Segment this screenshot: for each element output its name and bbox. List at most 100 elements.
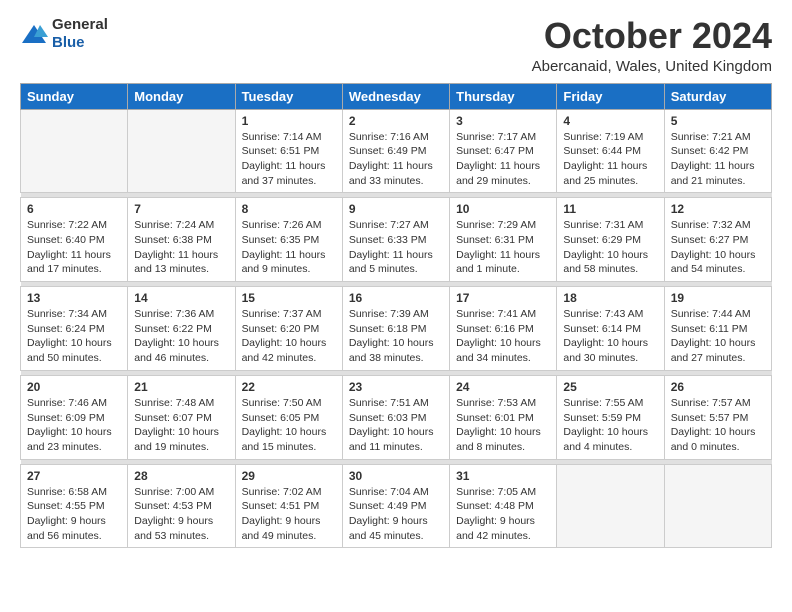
- calendar-cell: 13 Sunrise: 7:34 AM Sunset: 6:24 PM Dayli…: [21, 287, 128, 371]
- calendar-cell: 5 Sunrise: 7:21 AM Sunset: 6:42 PM Daylig…: [664, 109, 771, 193]
- day-number: 9: [349, 202, 443, 216]
- day-info: Sunrise: 7:16 AM Sunset: 6:49 PM Dayligh…: [349, 130, 443, 189]
- logo-general: General: [52, 16, 108, 33]
- calendar-cell: 7Sunrise: 7:24 AM Sunset: 6:38 PM Daylig…: [128, 198, 235, 282]
- day-info: Sunrise: 7:55 AM Sunset: 5:59 PM Dayligh…: [563, 396, 657, 455]
- page: General Blue October 2024 Abercanaid, Wa…: [0, 0, 792, 564]
- calendar-cell: 3 Sunrise: 7:17 AM Sunset: 6:47 PM Daylig…: [450, 109, 557, 193]
- calendar-week-2: 6Sunrise: 7:22 AM Sunset: 6:40 PM Daylig…: [21, 198, 772, 282]
- day-number: 31: [456, 469, 550, 483]
- day-number: 24: [456, 380, 550, 394]
- calendar-cell: 19Sunrise: 7:44 AM Sunset: 6:11 PM Dayli…: [664, 287, 771, 371]
- day-info: Sunrise: 7:05 AM Sunset: 4:48 PM Dayligh…: [456, 485, 550, 544]
- day-number: 2: [349, 114, 443, 128]
- day-info: Sunrise: 7:39 AM Sunset: 6:18 PM Dayligh…: [349, 307, 443, 366]
- day-info: Sunrise: 7:50 AM Sunset: 6:05 PM Dayligh…: [242, 396, 336, 455]
- day-info: Sunrise: 7:21 AM Sunset: 6:42 PM Dayligh…: [671, 130, 765, 189]
- day-number: 1: [242, 114, 336, 128]
- day-header-thursday: Thursday: [450, 83, 557, 109]
- calendar-cell: 10 Sunrise: 7:29 AM Sunset: 6:31 PM Dayli…: [450, 198, 557, 282]
- day-info: Sunrise: 7:34 AM Sunset: 6:24 PM Dayligh…: [27, 307, 121, 366]
- day-info: Sunrise: 7:32 AM Sunset: 6:27 PM Dayligh…: [671, 218, 765, 277]
- main-title: October 2024: [532, 16, 772, 56]
- calendar-header-row: SundayMondayTuesdayWednesdayThursdayFrid…: [21, 83, 772, 109]
- calendar-cell: 29 Sunrise: 7:02 AM Sunset: 4:51 PM Dayli…: [235, 464, 342, 548]
- day-info: Sunrise: 7:44 AM Sunset: 6:11 PM Dayligh…: [671, 307, 765, 366]
- day-number: 11: [563, 202, 657, 216]
- day-header-wednesday: Wednesday: [342, 83, 449, 109]
- header: General Blue October 2024 Abercanaid, Wa…: [20, 16, 772, 75]
- day-info: Sunrise: 7:04 AM Sunset: 4:49 PM Dayligh…: [349, 485, 443, 544]
- calendar-week-5: 27 Sunrise: 6:58 AM Sunset: 4:55 PM Dayli…: [21, 464, 772, 548]
- subtitle: Abercanaid, Wales, United Kingdom: [532, 58, 772, 75]
- title-block: October 2024 Abercanaid, Wales, United K…: [532, 16, 772, 75]
- calendar-cell: [21, 109, 128, 193]
- logo-text: General Blue: [52, 16, 108, 52]
- logo: General Blue: [20, 16, 108, 52]
- calendar-cell: 16 Sunrise: 7:39 AM Sunset: 6:18 PM Dayli…: [342, 287, 449, 371]
- calendar-week-3: 13 Sunrise: 7:34 AM Sunset: 6:24 PM Dayli…: [21, 287, 772, 371]
- day-info: Sunrise: 7:17 AM Sunset: 6:47 PM Dayligh…: [456, 130, 550, 189]
- calendar-cell: 12Sunrise: 7:32 AM Sunset: 6:27 PM Dayli…: [664, 198, 771, 282]
- logo-blue: Blue: [52, 34, 85, 51]
- day-number: 27: [27, 469, 121, 483]
- day-number: 15: [242, 291, 336, 305]
- day-info: Sunrise: 7:14 AM Sunset: 6:51 PM Dayligh…: [242, 130, 336, 189]
- day-number: 21: [134, 380, 228, 394]
- calendar: SundayMondayTuesdayWednesdayThursdayFrid…: [20, 83, 772, 549]
- day-number: 5: [671, 114, 765, 128]
- day-info: Sunrise: 7:46 AM Sunset: 6:09 PM Dayligh…: [27, 396, 121, 455]
- calendar-cell: 9Sunrise: 7:27 AM Sunset: 6:33 PM Daylig…: [342, 198, 449, 282]
- day-number: 8: [242, 202, 336, 216]
- day-number: 10: [456, 202, 550, 216]
- day-header-saturday: Saturday: [664, 83, 771, 109]
- day-info: Sunrise: 7:29 AM Sunset: 6:31 PM Dayligh…: [456, 218, 550, 277]
- day-info: Sunrise: 7:24 AM Sunset: 6:38 PM Dayligh…: [134, 218, 228, 277]
- day-number: 20: [27, 380, 121, 394]
- calendar-cell: 31 Sunrise: 7:05 AM Sunset: 4:48 PM Dayli…: [450, 464, 557, 548]
- day-number: 17: [456, 291, 550, 305]
- day-info: Sunrise: 7:02 AM Sunset: 4:51 PM Dayligh…: [242, 485, 336, 544]
- day-header-monday: Monday: [128, 83, 235, 109]
- calendar-cell: 21Sunrise: 7:48 AM Sunset: 6:07 PM Dayli…: [128, 375, 235, 459]
- calendar-cell: 24Sunrise: 7:53 AM Sunset: 6:01 PM Dayli…: [450, 375, 557, 459]
- calendar-cell: 20 Sunrise: 7:46 AM Sunset: 6:09 PM Dayli…: [21, 375, 128, 459]
- day-info: Sunrise: 7:37 AM Sunset: 6:20 PM Dayligh…: [242, 307, 336, 366]
- day-number: 14: [134, 291, 228, 305]
- day-number: 30: [349, 469, 443, 483]
- day-info: Sunrise: 7:57 AM Sunset: 5:57 PM Dayligh…: [671, 396, 765, 455]
- calendar-cell: [557, 464, 664, 548]
- calendar-cell: 4Sunrise: 7:19 AM Sunset: 6:44 PM Daylig…: [557, 109, 664, 193]
- day-info: Sunrise: 6:58 AM Sunset: 4:55 PM Dayligh…: [27, 485, 121, 544]
- calendar-cell: 8 Sunrise: 7:26 AM Sunset: 6:35 PM Daylig…: [235, 198, 342, 282]
- calendar-cell: 25 Sunrise: 7:55 AM Sunset: 5:59 PM Dayli…: [557, 375, 664, 459]
- day-number: 23: [349, 380, 443, 394]
- day-info: Sunrise: 7:36 AM Sunset: 6:22 PM Dayligh…: [134, 307, 228, 366]
- calendar-cell: 17Sunrise: 7:41 AM Sunset: 6:16 PM Dayli…: [450, 287, 557, 371]
- day-number: 16: [349, 291, 443, 305]
- calendar-cell: 14 Sunrise: 7:36 AM Sunset: 6:22 PM Dayli…: [128, 287, 235, 371]
- day-info: Sunrise: 7:00 AM Sunset: 4:53 PM Dayligh…: [134, 485, 228, 544]
- day-header-tuesday: Tuesday: [235, 83, 342, 109]
- day-info: Sunrise: 7:31 AM Sunset: 6:29 PM Dayligh…: [563, 218, 657, 277]
- calendar-cell: 15 Sunrise: 7:37 AM Sunset: 6:20 PM Dayli…: [235, 287, 342, 371]
- day-number: 3: [456, 114, 550, 128]
- calendar-cell: 18 Sunrise: 7:43 AM Sunset: 6:14 PM Dayli…: [557, 287, 664, 371]
- calendar-cell: 22Sunrise: 7:50 AM Sunset: 6:05 PM Dayli…: [235, 375, 342, 459]
- day-info: Sunrise: 7:22 AM Sunset: 6:40 PM Dayligh…: [27, 218, 121, 277]
- day-header-friday: Friday: [557, 83, 664, 109]
- day-number: 13: [27, 291, 121, 305]
- day-number: 25: [563, 380, 657, 394]
- calendar-week-1: 1 Sunrise: 7:14 AM Sunset: 6:51 PM Daylig…: [21, 109, 772, 193]
- day-info: Sunrise: 7:26 AM Sunset: 6:35 PM Dayligh…: [242, 218, 336, 277]
- calendar-cell: 6Sunrise: 7:22 AM Sunset: 6:40 PM Daylig…: [21, 198, 128, 282]
- calendar-cell: 27 Sunrise: 6:58 AM Sunset: 4:55 PM Dayli…: [21, 464, 128, 548]
- calendar-week-4: 20 Sunrise: 7:46 AM Sunset: 6:09 PM Dayli…: [21, 375, 772, 459]
- day-info: Sunrise: 7:51 AM Sunset: 6:03 PM Dayligh…: [349, 396, 443, 455]
- day-number: 29: [242, 469, 336, 483]
- calendar-cell: 1 Sunrise: 7:14 AM Sunset: 6:51 PM Daylig…: [235, 109, 342, 193]
- day-number: 28: [134, 469, 228, 483]
- day-header-sunday: Sunday: [21, 83, 128, 109]
- day-number: 18: [563, 291, 657, 305]
- day-info: Sunrise: 7:43 AM Sunset: 6:14 PM Dayligh…: [563, 307, 657, 366]
